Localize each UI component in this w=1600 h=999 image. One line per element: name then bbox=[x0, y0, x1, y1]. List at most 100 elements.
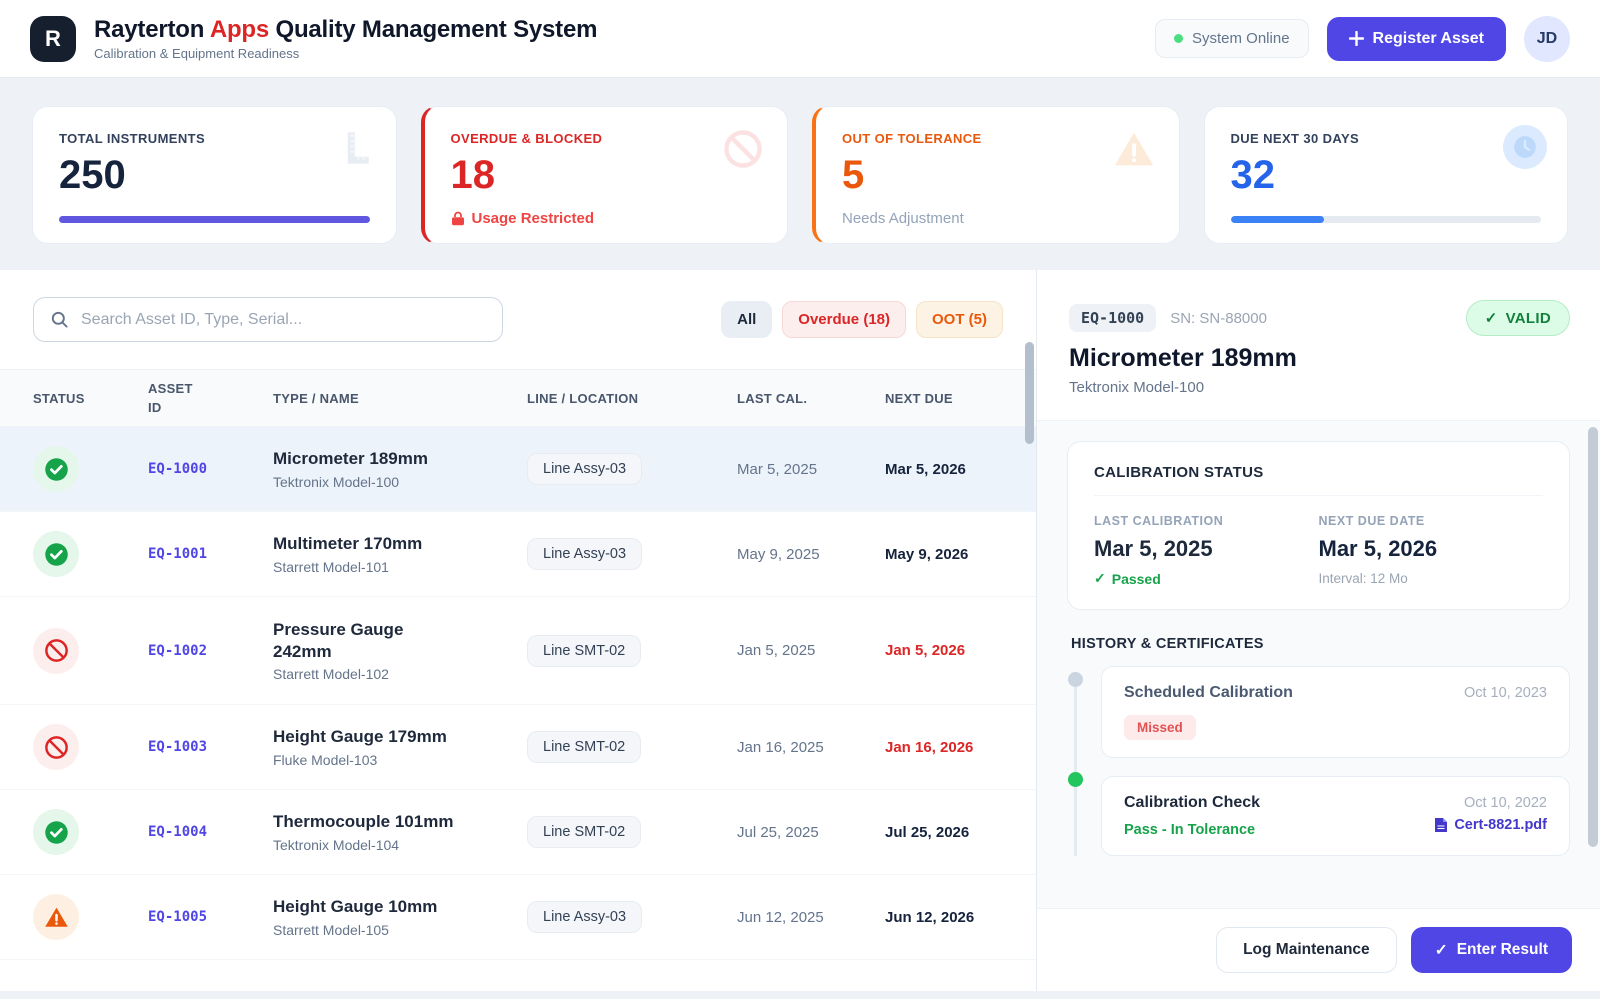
search-input[interactable] bbox=[81, 311, 486, 329]
usage-restricted-note: Usage Restricted bbox=[451, 210, 762, 227]
col-status: STATUS bbox=[33, 391, 148, 406]
due-progress-track bbox=[1231, 216, 1542, 223]
status-warning-icon bbox=[33, 894, 79, 940]
check-icon bbox=[1094, 570, 1106, 587]
table-row[interactable]: EQ-1002 Pressure Gauge 242mm Starrett Mo… bbox=[0, 597, 1036, 705]
stat-value: 32 bbox=[1231, 154, 1542, 196]
pass-result: Pass - In Tolerance bbox=[1124, 822, 1255, 838]
check-icon bbox=[1435, 941, 1448, 960]
detail-footer: Log Maintenance Enter Result bbox=[1037, 908, 1600, 991]
search-box[interactable] bbox=[33, 297, 503, 342]
user-avatar[interactable]: JD bbox=[1524, 16, 1570, 62]
next-due-date: Mar 5, 2026 bbox=[1319, 536, 1544, 562]
col-asset-id: ASSET ID bbox=[148, 379, 204, 418]
clock-icon bbox=[1503, 125, 1547, 169]
due-progress-fill bbox=[1231, 216, 1324, 223]
asset-model: Fluke Model-103 bbox=[273, 752, 527, 768]
list-toolbar: All Overdue (18) OOT (5) bbox=[0, 270, 1036, 369]
last-cal-date: Jan 16, 2025 bbox=[737, 739, 885, 756]
logo-letter: R bbox=[45, 26, 61, 52]
status-ok-icon bbox=[33, 446, 79, 492]
last-cal-date: Jul 25, 2025 bbox=[737, 824, 885, 841]
table-row[interactable]: EQ-1001 Multimeter 170mm Starrett Model-… bbox=[0, 512, 1036, 597]
filter-oot-button[interactable]: OOT (5) bbox=[916, 301, 1003, 338]
history-heading: HISTORY & CERTIFICATES bbox=[1071, 636, 1570, 652]
warning-triangle-icon-faint bbox=[1111, 127, 1157, 173]
stat-card-out-of-tolerance: OUT OF TOLERANCE 5 Needs Adjustment bbox=[812, 106, 1180, 244]
col-last-cal: LAST CAL. bbox=[737, 391, 885, 406]
last-cal-date: Jan 5, 2025 bbox=[737, 642, 885, 659]
stat-label: OUT OF TOLERANCE bbox=[842, 131, 1153, 146]
enter-result-button[interactable]: Enter Result bbox=[1411, 927, 1572, 973]
last-calibration-block: LAST CALIBRATION Mar 5, 2025 Passed bbox=[1094, 514, 1319, 587]
interval-note: Interval: 12 Mo bbox=[1319, 571, 1544, 586]
table-row[interactable]: EQ-1000 Micrometer 189mm Tektronix Model… bbox=[0, 427, 1036, 512]
table-row[interactable]: EQ-1003 Height Gauge 179mm Fluke Model-1… bbox=[0, 705, 1036, 790]
timeline-dot-gray bbox=[1068, 672, 1083, 687]
detail-serial: SN: SN-88000 bbox=[1170, 310, 1267, 327]
stat-card-overdue-blocked: OVERDUE & BLOCKED 18 Usage Restricted bbox=[421, 106, 789, 244]
stat-label: OVERDUE & BLOCKED bbox=[451, 131, 762, 146]
table-header: STATUS ASSET ID TYPE / NAME LINE / LOCAT… bbox=[0, 369, 1036, 427]
detail-asset-id-chip: EQ-1000 bbox=[1069, 304, 1156, 332]
detail-body: CALIBRATION STATUS LAST CALIBRATION Mar … bbox=[1037, 421, 1600, 908]
list-scrollbar[interactable] bbox=[1025, 342, 1034, 444]
online-dot-icon bbox=[1174, 34, 1183, 43]
history-item-date: Oct 10, 2023 bbox=[1464, 685, 1547, 701]
page-title: Rayterton Apps Quality Management System bbox=[94, 16, 1137, 44]
stat-card-total-instruments: TOTAL INSTRUMENTS 250 bbox=[32, 106, 397, 244]
filter-pills: All Overdue (18) OOT (5) bbox=[721, 301, 1003, 338]
last-cal-date: Mar 5, 2025 bbox=[737, 461, 885, 478]
asset-id[interactable]: EQ-1001 bbox=[148, 546, 273, 562]
page-subtitle: Calibration & Equipment Readiness bbox=[94, 46, 1137, 61]
history-item: Scheduled Calibration Oct 10, 2023 Misse… bbox=[1101, 666, 1570, 758]
register-asset-button[interactable]: Register Asset bbox=[1327, 17, 1506, 61]
stat-value: 250 bbox=[59, 154, 370, 196]
calibration-heading: CALIBRATION STATUS bbox=[1094, 464, 1543, 481]
next-due-date: Jan 5, 2026 bbox=[885, 642, 1022, 659]
table-row[interactable]: EQ-1004 Thermocouple 101mm Tektronix Mod… bbox=[0, 790, 1036, 875]
table-row[interactable]: EQ-1005 Height Gauge 10mm Starrett Model… bbox=[0, 875, 1036, 960]
stats-row: TOTAL INSTRUMENTS 250 OVERDUE & BLOCKED … bbox=[0, 78, 1600, 270]
history-item-date: Oct 10, 2022 bbox=[1464, 795, 1547, 811]
filter-all-button[interactable]: All bbox=[721, 301, 772, 338]
certificate-link[interactable]: Cert-8821.pdf bbox=[1434, 817, 1547, 833]
asset-name: Thermocouple 101mm bbox=[273, 811, 527, 833]
status-ok-icon bbox=[33, 531, 79, 577]
asset-id[interactable]: EQ-1005 bbox=[148, 909, 273, 925]
asset-id[interactable]: EQ-1000 bbox=[148, 461, 273, 477]
history-item: Calibration Check Oct 10, 2022 Pass - In… bbox=[1101, 776, 1570, 856]
ruler-icon bbox=[332, 127, 374, 169]
asset-id[interactable]: EQ-1004 bbox=[148, 824, 273, 840]
next-due-block: NEXT DUE DATE Mar 5, 2026 Interval: 12 M… bbox=[1319, 514, 1544, 587]
stat-value: 5 bbox=[842, 154, 1153, 196]
asset-model: Starrett Model-105 bbox=[273, 922, 527, 938]
log-maintenance-button[interactable]: Log Maintenance bbox=[1216, 927, 1397, 973]
calibration-status-card: CALIBRATION STATUS LAST CALIBRATION Mar … bbox=[1067, 441, 1570, 610]
asset-detail-panel: EQ-1000 SN: SN-88000 VALID Micrometer 18… bbox=[1037, 270, 1600, 991]
next-due-date: Jun 12, 2026 bbox=[885, 909, 1022, 926]
last-cal-date: Jun 12, 2025 bbox=[737, 909, 885, 926]
app-logo: R bbox=[30, 16, 76, 62]
timeline-dot-green bbox=[1068, 772, 1083, 787]
asset-name: Pressure Gauge 242mm bbox=[273, 619, 418, 663]
detail-scrollbar[interactable] bbox=[1588, 427, 1598, 847]
total-progress-bar bbox=[59, 216, 370, 223]
detail-header: EQ-1000 SN: SN-88000 VALID Micrometer 18… bbox=[1037, 270, 1600, 421]
pdf-file-icon bbox=[1434, 817, 1448, 833]
asset-id[interactable]: EQ-1002 bbox=[148, 643, 273, 659]
filter-overdue-button[interactable]: Overdue (18) bbox=[782, 301, 906, 338]
divider bbox=[1094, 495, 1543, 496]
system-status-badge: System Online bbox=[1155, 19, 1309, 58]
last-calibration-date: Mar 5, 2025 bbox=[1094, 536, 1319, 562]
history-item-title: Scheduled Calibration bbox=[1124, 684, 1293, 702]
asset-list-panel: All Overdue (18) OOT (5) STATUS ASSET ID… bbox=[0, 270, 1037, 991]
app-header: R Rayterton Apps Quality Management Syst… bbox=[0, 0, 1600, 78]
needs-adjustment-note: Needs Adjustment bbox=[842, 210, 1153, 227]
stat-label: TOTAL INSTRUMENTS bbox=[59, 131, 370, 146]
status-blocked-icon bbox=[33, 628, 79, 674]
asset-id[interactable]: EQ-1003 bbox=[148, 739, 273, 755]
missed-badge: Missed bbox=[1124, 715, 1196, 740]
status-blocked-icon bbox=[33, 724, 79, 770]
check-icon bbox=[1485, 309, 1498, 327]
